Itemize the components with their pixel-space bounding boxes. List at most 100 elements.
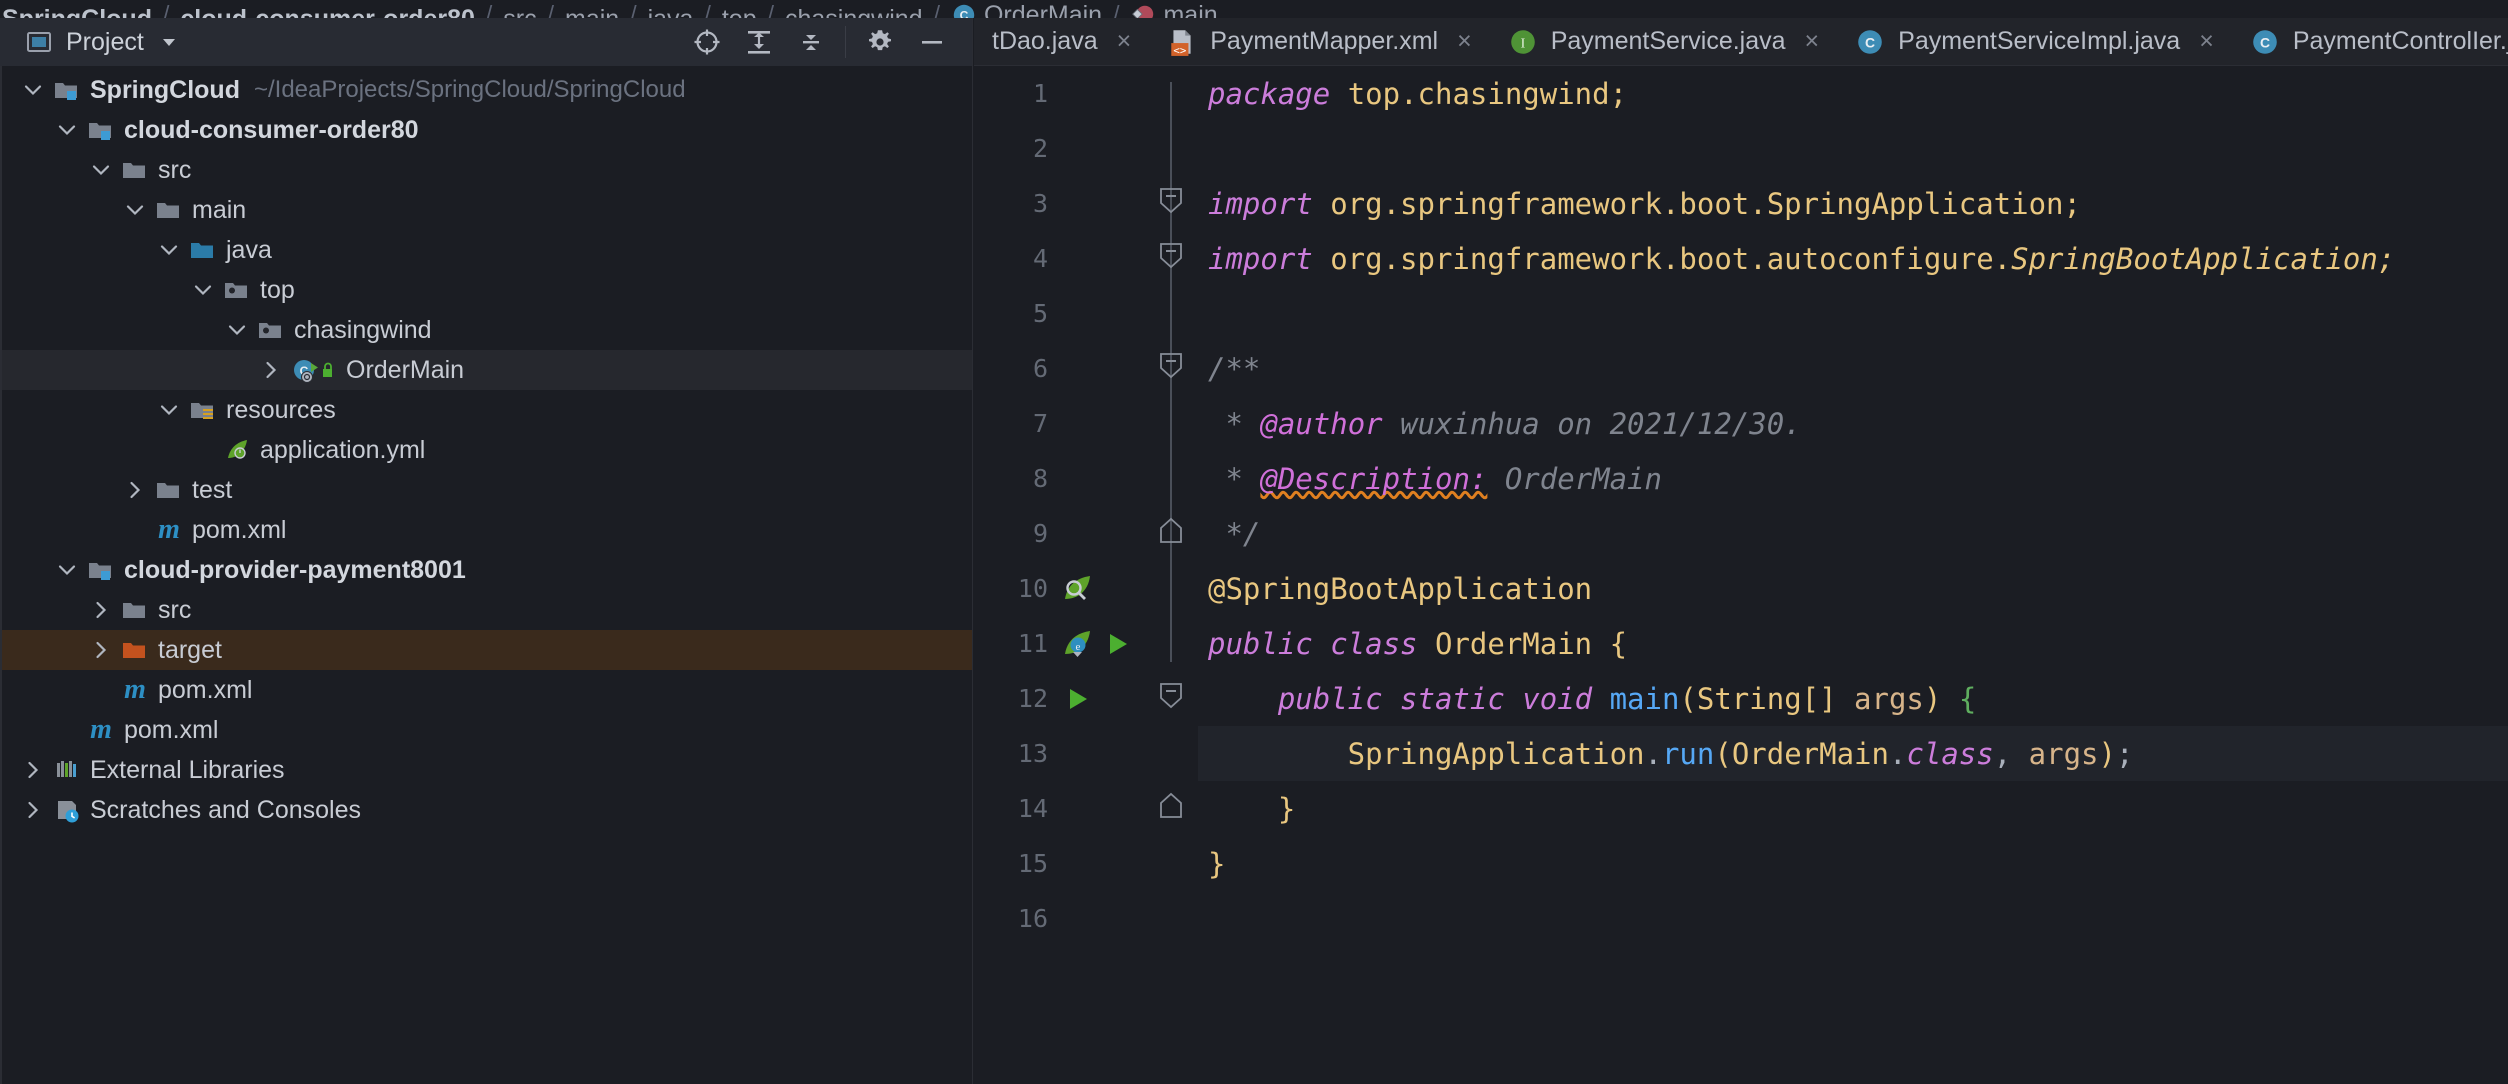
collapse-all-icon[interactable]	[785, 20, 837, 64]
editor-code-content[interactable]: package top.chasingwind; import org.sprin…	[1198, 66, 2508, 1084]
tree-row-cloud-consumer-order80[interactable]: cloud-consumer-order80	[2, 110, 972, 150]
tree-row-pom-consumer[interactable]: mpom.xml	[2, 510, 972, 550]
editor-tab-paymentserviceimpl-java[interactable]: CPaymentServiceImpl.java×	[1837, 18, 2232, 66]
fold-line-16[interactable]	[1150, 891, 1198, 946]
code-editor[interactable]: 1234567891011e1213141516 package top.cha…	[974, 66, 2508, 1084]
fold-end-icon-line-9[interactable]	[1150, 506, 1198, 561]
tree-row-application-yml[interactable]: application.yml	[2, 430, 972, 470]
code-line-6[interactable]: /**	[1198, 341, 2508, 396]
fold-line-7[interactable]	[1150, 396, 1198, 451]
code-line-8[interactable]: * @Description: OrderMain	[1198, 451, 2508, 506]
code-line-10[interactable]: @SpringBootApplication	[1198, 561, 2508, 616]
fold-line-1[interactable]	[1150, 66, 1198, 121]
code-line-4[interactable]: import org.springframework.boot.autoconf…	[1198, 231, 2508, 286]
editor-tab-paymentcontrolier-java[interactable]: CPaymentControlIer.java×	[2232, 18, 2508, 66]
fold-line-10[interactable]	[1150, 561, 1198, 616]
chevron-down-icon[interactable]	[186, 279, 220, 301]
breadcrumb-item-main[interactable]: main	[565, 11, 619, 18]
tree-row-test[interactable]: test	[2, 470, 972, 510]
chevron-down-icon[interactable]	[50, 119, 84, 141]
chevron-down-icon[interactable]	[84, 159, 118, 181]
tree-row-top[interactable]: top	[2, 270, 972, 310]
editor-fold-gutter[interactable]	[1150, 66, 1198, 1084]
code-line-7[interactable]: * @author wuxinhua on 2021/12/30.	[1198, 396, 2508, 451]
gutter-icons[interactable]	[1048, 682, 1144, 716]
fold-line-5[interactable]	[1150, 286, 1198, 341]
tree-row-scratches-and-consoles[interactable]: Scratches and Consoles	[2, 790, 972, 830]
code-line-5[interactable]	[1198, 286, 2508, 341]
gutter-icons[interactable]: e	[1048, 627, 1144, 661]
code-line-14[interactable]: }	[1198, 781, 2508, 836]
gutter-line-5[interactable]: 5	[974, 286, 1150, 341]
gutter-line-11[interactable]: 11e	[974, 616, 1150, 671]
fold-collapse-icon-line-6[interactable]	[1150, 341, 1198, 396]
breadcrumb-item-cloud-consumer-order80[interactable]: cloud-consumer-order80	[180, 11, 475, 18]
spring-bean-search-icon[interactable]	[1060, 572, 1094, 606]
tree-row-pom-root[interactable]: mpom.xml	[2, 710, 972, 750]
gutter-line-12[interactable]: 12	[974, 671, 1150, 726]
gutter-line-13[interactable]: 13	[974, 726, 1150, 781]
editor-gutter[interactable]: 1234567891011e1213141516	[974, 66, 1150, 1084]
chevron-down-icon[interactable]	[118, 199, 152, 221]
gutter-line-1[interactable]: 1	[974, 66, 1150, 121]
code-line-16[interactable]	[1198, 891, 2508, 946]
gutter-line-15[interactable]: 15	[974, 836, 1150, 891]
project-view-selector[interactable]: Project	[26, 28, 180, 57]
gutter-line-6[interactable]: 6	[974, 341, 1150, 396]
chevron-down-icon[interactable]	[152, 239, 186, 261]
gutter-line-2[interactable]: 2	[974, 121, 1150, 176]
chevron-down-icon[interactable]	[152, 399, 186, 421]
fold-line-13[interactable]	[1150, 726, 1198, 781]
editor-tab-paymentmapper-xml[interactable]: <>PaymentMapper.xml×	[1149, 18, 1489, 66]
breadcrumb-item-top[interactable]: top	[722, 11, 757, 18]
breadcrumb-item-main[interactable]: main	[1130, 2, 1217, 18]
fold-line-11[interactable]	[1150, 616, 1198, 671]
chevron-right-icon[interactable]	[16, 799, 50, 821]
breadcrumb-item-springcloud[interactable]: SpringCloud	[2, 11, 152, 18]
fold-line-15[interactable]	[1150, 836, 1198, 891]
code-line-1[interactable]: package top.chasingwind;	[1198, 66, 2508, 121]
tree-row-external-libraries[interactable]: External Libraries	[2, 750, 972, 790]
tree-row-springcloud[interactable]: SpringCloud~/IdeaProjects/SpringCloud/Sp…	[2, 70, 972, 110]
gutter-line-8[interactable]: 8	[974, 451, 1150, 506]
gear-icon[interactable]	[854, 20, 906, 64]
gutter-line-14[interactable]: 14	[974, 781, 1150, 836]
code-line-9[interactable]: */	[1198, 506, 2508, 561]
chevron-right-icon[interactable]	[84, 599, 118, 621]
locate-icon[interactable]	[681, 20, 733, 64]
tree-row-cloud-provider-payment8001[interactable]: cloud-provider-payment8001	[2, 550, 972, 590]
chevron-down-icon[interactable]	[50, 559, 84, 581]
gutter-line-4[interactable]: 4	[974, 231, 1150, 286]
breadcrumb-item-java[interactable]: java	[648, 11, 694, 18]
close-icon[interactable]: ×	[1457, 27, 1472, 56]
close-icon[interactable]: ×	[1117, 27, 1132, 56]
gutter-line-16[interactable]: 16	[974, 891, 1150, 946]
close-icon[interactable]: ×	[2199, 27, 2214, 56]
breadcrumb-item-src[interactable]: src	[503, 11, 536, 18]
breadcrumb-item-ordermain[interactable]: COrderMain	[951, 2, 1102, 18]
hide-icon[interactable]	[906, 20, 958, 64]
code-line-2[interactable]	[1198, 121, 2508, 176]
expand-all-icon[interactable]	[733, 20, 785, 64]
tree-row-main[interactable]: main	[2, 190, 972, 230]
chevron-right-icon[interactable]	[16, 759, 50, 781]
code-line-11[interactable]: public class OrderMain {	[1198, 616, 2508, 671]
project-tree[interactable]: SpringCloud~/IdeaProjects/SpringCloud/Sp…	[0, 66, 972, 1084]
code-line-13[interactable]: SpringApplication.run(OrderMain.class, a…	[1198, 726, 2508, 781]
gutter-line-10[interactable]: 10	[974, 561, 1150, 616]
fold-line-8[interactable]	[1150, 451, 1198, 506]
fold-collapse-icon-line-4[interactable]	[1150, 231, 1198, 286]
editor-tab-paymentservice-java[interactable]: IPaymentService.java×	[1490, 18, 1837, 66]
chevron-right-icon[interactable]	[84, 639, 118, 661]
spring-bean-icon[interactable]: e	[1060, 627, 1094, 661]
code-line-3[interactable]: import org.springframework.boot.SpringAp…	[1198, 176, 2508, 231]
run-icon[interactable]	[1060, 682, 1094, 716]
editor-tab-bar[interactable]: tDao.java×<>PaymentMapper.xml×IPaymentSe…	[974, 18, 2508, 66]
tree-row-ordermain[interactable]: COrderMain	[2, 350, 972, 390]
close-icon[interactable]: ×	[1805, 27, 1820, 56]
fold-line-2[interactable]	[1150, 121, 1198, 176]
breadcrumb-item-chasingwind[interactable]: chasingwind	[785, 11, 923, 18]
chevron-right-icon[interactable]	[254, 359, 288, 381]
gutter-line-3[interactable]: 3	[974, 176, 1150, 231]
chevron-down-icon[interactable]	[158, 31, 180, 53]
